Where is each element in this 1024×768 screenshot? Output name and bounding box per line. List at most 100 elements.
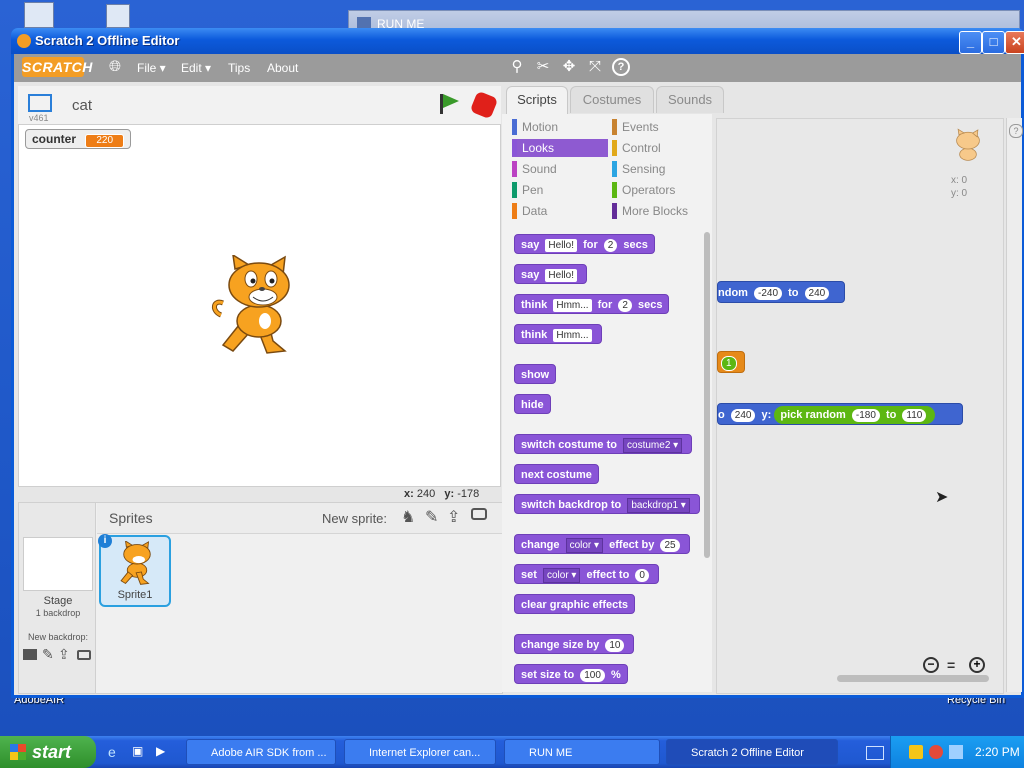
category-pen[interactable]: Pen xyxy=(512,181,608,199)
my-computer-icon[interactable] xyxy=(24,2,54,28)
block-set-size[interactable]: set size to 100 % xyxy=(514,664,628,684)
camera-icon[interactable] xyxy=(471,508,487,520)
block-dropdown[interactable]: backdrop1 ▾ xyxy=(627,498,690,513)
block-change-effect[interactable]: change color ▾ effect by 25 xyxy=(514,534,690,554)
block-dropdown[interactable]: color ▾ xyxy=(565,538,604,553)
paint-backdrop-icon[interactable]: ✎ xyxy=(42,646,54,663)
category-sound[interactable]: Sound xyxy=(512,160,608,178)
block-switch-backdrop[interactable]: switch backdrop to backdrop1 ▾ xyxy=(514,494,700,514)
category-operators[interactable]: Operators xyxy=(612,181,708,199)
help-icon[interactable]: ? xyxy=(612,58,630,76)
block-next-costume[interactable]: next costume xyxy=(514,464,599,484)
zoom-in-icon[interactable]: + xyxy=(969,657,985,673)
clock[interactable]: 2:20 PM xyxy=(975,745,1020,759)
block-say-for[interactable]: say Hello! for 2 secs xyxy=(514,234,655,254)
globe-icon[interactable]: 🌐︎ xyxy=(106,58,124,76)
block-switch-costume[interactable]: switch costume to costume2 ▾ xyxy=(514,434,693,454)
close-button[interactable]: ✕ xyxy=(1005,31,1024,54)
tab-costumes[interactable]: Costumes xyxy=(570,86,654,113)
stop-icon[interactable] xyxy=(469,90,499,120)
zoom-out-icon[interactable]: − xyxy=(923,657,939,673)
delete-icon[interactable]: ✂ xyxy=(534,58,552,76)
block-set-effect[interactable]: set color ▾ effect to 0 xyxy=(514,564,659,584)
block-dropdown[interactable]: costume2 ▾ xyxy=(623,438,683,453)
desktop-quicklaunch-icon[interactable]: ▣ xyxy=(132,744,148,760)
block-text-input[interactable]: Hmm... xyxy=(553,329,592,342)
category-more-blocks[interactable]: More Blocks xyxy=(612,202,708,220)
block-number-input[interactable]: 100 xyxy=(580,669,605,682)
scratch-logo[interactable]: SCRATCH xyxy=(22,57,92,77)
ie-quicklaunch-icon[interactable]: e xyxy=(108,744,124,760)
backdrop-library-icon[interactable] xyxy=(23,649,37,660)
category-events[interactable]: Events xyxy=(612,118,708,136)
menu-tips[interactable]: Tips xyxy=(228,61,250,75)
upload-backdrop-icon[interactable]: ⇪ xyxy=(58,646,70,663)
pick-random-reporter[interactable]: pick random -180 to 110 xyxy=(774,406,936,424)
block-number-input[interactable]: 0 xyxy=(635,569,649,582)
script-area[interactable]: x: 0 y: 0 ndom -240 to 240 1 o 240 y: pi… xyxy=(716,118,1004,694)
block-text-input[interactable]: Hello! xyxy=(545,269,577,282)
block-say[interactable]: say Hello! xyxy=(514,264,587,284)
menu-edit[interactable]: Edit ▾ xyxy=(181,61,211,75)
block-number-input[interactable]: 10 xyxy=(605,639,625,652)
category-data[interactable]: Data xyxy=(512,202,608,220)
cat-sprite[interactable] xyxy=(209,255,309,359)
variable-monitor[interactable]: counter 220 xyxy=(25,129,132,149)
menu-about[interactable]: About xyxy=(267,61,298,75)
block-clear-effects[interactable]: clear graphic effects xyxy=(514,594,635,614)
sprite-name[interactable]: cat xyxy=(72,97,92,114)
info-icon[interactable]: i xyxy=(98,534,112,548)
help-side-icon[interactable]: ? xyxy=(1009,124,1023,138)
stage[interactable]: counter 220 xyxy=(18,124,501,487)
minimize-button[interactable]: _ xyxy=(959,31,982,54)
keyboard-icon[interactable] xyxy=(866,746,884,760)
network-icon[interactable] xyxy=(949,745,963,759)
script-block-goto-xy[interactable]: o 240 y: pick random -180 to 110 xyxy=(717,403,963,425)
green-flag-icon[interactable] xyxy=(440,94,459,114)
block-dropdown[interactable]: color ▾ xyxy=(542,568,581,583)
block-change-size[interactable]: change size by 10 xyxy=(514,634,635,654)
script-block-random-x[interactable]: ndom -240 to 240 xyxy=(717,281,845,303)
media-quicklaunch-icon[interactable]: ▶ xyxy=(156,744,172,760)
category-color-swatch xyxy=(512,203,517,219)
fullscreen-icon[interactable] xyxy=(28,94,52,112)
tab-scripts[interactable]: Scripts xyxy=(506,86,568,115)
task-run-me[interactable]: RUN ME xyxy=(504,739,660,765)
sprite-library-icon[interactable]: ♞ xyxy=(401,507,415,527)
stage-thumbnail[interactable] xyxy=(23,537,93,591)
shrink-icon[interactable]: ⤧ xyxy=(586,58,604,76)
category-looks[interactable]: Looks xyxy=(512,139,608,157)
script-block-control[interactable]: 1 xyxy=(717,351,745,373)
block-number-input[interactable]: 2 xyxy=(603,239,618,252)
start-button[interactable]: start xyxy=(0,736,96,768)
task-scratch-editor[interactable]: Scratch 2 Offline Editor xyxy=(666,739,838,765)
task-adobe-air[interactable]: Adobe AIR SDK from ... xyxy=(186,739,336,765)
block-hide[interactable]: hide xyxy=(514,394,551,414)
block-show[interactable]: show xyxy=(514,364,557,384)
tray-app-icon[interactable] xyxy=(929,745,943,759)
paint-sprite-icon[interactable]: ✎ xyxy=(425,507,438,527)
block-think-for[interactable]: think Hmm... for 2 secs xyxy=(514,294,670,314)
palette-scrollbar[interactable] xyxy=(704,232,710,558)
maximize-button[interactable]: □ xyxy=(982,31,1005,54)
task-internet-explorer[interactable]: Internet Explorer can... xyxy=(344,739,496,765)
script-area-scrollbar[interactable] xyxy=(837,675,989,682)
title-bar[interactable]: Scratch 2 Offline Editor _ □ ✕ xyxy=(11,28,1024,54)
block-text-input[interactable]: Hmm... xyxy=(553,299,592,312)
tab-sounds[interactable]: Sounds xyxy=(656,86,724,113)
document-icon[interactable] xyxy=(106,4,130,28)
block-number-input[interactable]: 2 xyxy=(618,299,632,312)
security-icon[interactable] xyxy=(909,745,923,759)
block-think[interactable]: think Hmm... xyxy=(514,324,602,344)
upload-sprite-icon[interactable]: ⇪ xyxy=(447,507,460,527)
category-sensing[interactable]: Sensing xyxy=(612,160,708,178)
block-number-input[interactable]: 25 xyxy=(660,539,680,552)
menu-file[interactable]: File ▾ xyxy=(137,61,166,75)
backdrop-camera-icon[interactable] xyxy=(77,650,91,660)
category-motion[interactable]: Motion xyxy=(512,118,608,136)
grow-icon[interactable]: ✥ xyxy=(560,58,578,76)
category-control[interactable]: Control xyxy=(612,139,708,157)
zoom-reset-icon[interactable]: = xyxy=(947,657,955,673)
duplicate-icon[interactable]: ⚲ xyxy=(508,58,526,76)
block-text-input[interactable]: Hello! xyxy=(545,239,577,252)
